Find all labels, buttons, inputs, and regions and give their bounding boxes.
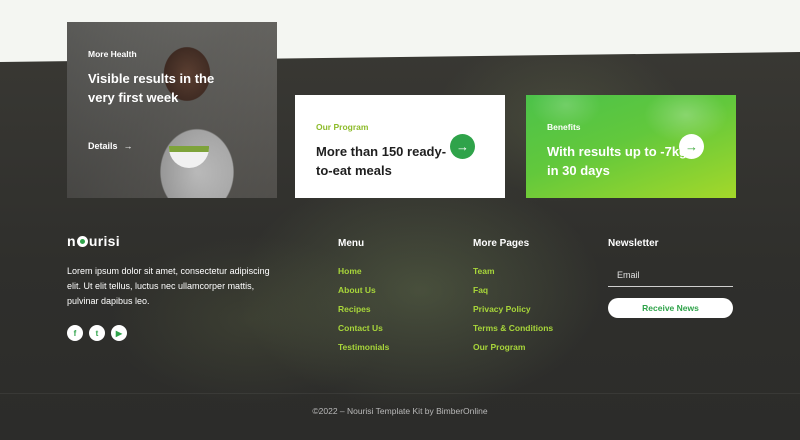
details-link[interactable]: Details → [88, 141, 133, 151]
logo-prefix: n [67, 233, 76, 249]
receive-news-button[interactable]: Receive News [608, 298, 733, 318]
program-card-eyebrow: Our Program [316, 122, 369, 132]
newsletter-email-input[interactable] [608, 264, 733, 287]
twitter-icon[interactable]: t [89, 325, 105, 341]
menu-heading: Menu [338, 238, 365, 249]
more-pages-link-team[interactable]: Team [473, 266, 553, 285]
arrow-right-icon: → [456, 139, 469, 154]
more-pages-link-terms[interactable]: Terms & Conditions [473, 323, 553, 342]
logo-leaf-icon [76, 235, 88, 247]
arrow-right-icon: → [685, 139, 698, 154]
more-pages-link-faq[interactable]: Faq [473, 285, 553, 304]
more-pages-link-our-program[interactable]: Our Program [473, 342, 553, 361]
more-pages-link-privacy-policy[interactable]: Privacy Policy [473, 304, 553, 323]
facebook-icon[interactable]: f [67, 325, 83, 341]
footer-about-text: Lorem ipsum dolor sit amet, consectetur … [67, 266, 270, 306]
youtube-icon[interactable]: ▶ [111, 325, 127, 341]
menu-list: Home About Us Recipes Contact Us Testimo… [338, 266, 389, 361]
menu-link-recipes[interactable]: Recipes [338, 304, 389, 323]
health-card[interactable]: More Health Visible results in the very … [67, 22, 277, 198]
logo-suffix: urisi [88, 233, 120, 249]
program-card[interactable]: Our Program More than 150 ready-to-eat m… [295, 95, 505, 198]
program-card-title: More than 150 ready-to-eat meals [316, 144, 447, 178]
copyright-text: ©2022 – Nourisi Template Kit by BimberOn… [312, 406, 488, 416]
details-link-label: Details [88, 141, 118, 151]
newsletter-heading: Newsletter [608, 238, 659, 249]
benefits-card[interactable]: Benefits With results up to -7kg in 30 d… [526, 95, 736, 198]
benefits-card-title: With results up to -7kg in 30 days [547, 144, 687, 178]
benefits-arrow-button[interactable]: → [679, 134, 704, 159]
menu-link-testimonials[interactable]: Testimonials [338, 342, 389, 361]
health-card-eyebrow: More Health [88, 49, 137, 59]
arrow-right-icon: → [123, 141, 133, 151]
social-links: f t ▶ [67, 325, 127, 341]
program-arrow-button[interactable]: → [450, 134, 475, 159]
menu-link-home[interactable]: Home [338, 266, 389, 285]
footer-divider [0, 393, 800, 394]
menu-link-contact-us[interactable]: Contact Us [338, 323, 389, 342]
benefits-card-eyebrow: Benefits [547, 122, 581, 132]
health-card-title: Visible results in the very first week [88, 71, 215, 105]
footer-logo[interactable]: n urisi [67, 233, 120, 249]
more-pages-heading: More Pages [473, 238, 530, 249]
more-pages-list: Team Faq Privacy Policy Terms & Conditio… [473, 266, 553, 361]
menu-link-about-us[interactable]: About Us [338, 285, 389, 304]
